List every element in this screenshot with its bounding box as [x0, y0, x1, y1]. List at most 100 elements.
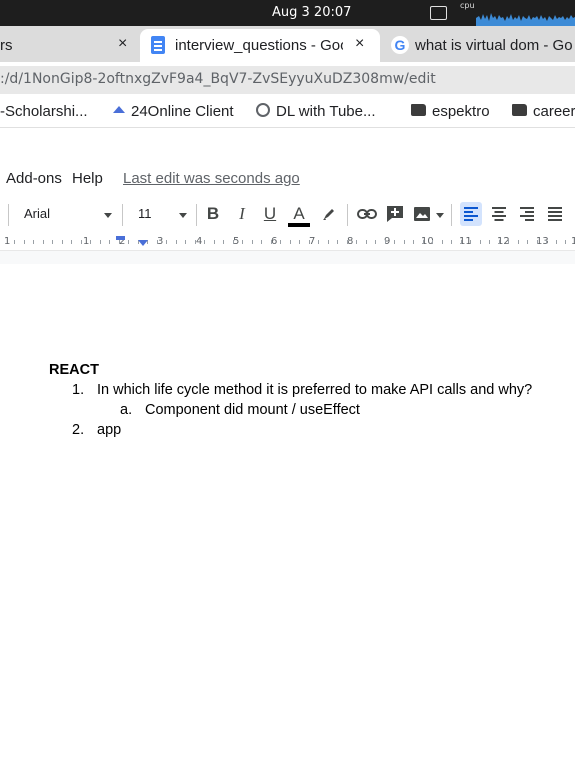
bookmark-career[interactable]: career [512, 103, 575, 120]
bookmark-24online-client[interactable]: 24Online Client [113, 103, 234, 120]
tab-title: interview_questions - Goo [175, 37, 343, 54]
chevron-down-icon[interactable] [104, 213, 112, 218]
align-left-button[interactable] [460, 202, 482, 226]
chevron-down-icon[interactable] [436, 213, 444, 218]
font-family-select[interactable]: Arial [24, 206, 50, 221]
insert-link-icon[interactable] [356, 202, 378, 226]
ruler-tick [413, 240, 414, 244]
document-ruler[interactable]: 1 1 2 3 4 5 6 7 8 9 10 11 12 13 1 [0, 232, 575, 250]
ruler-tick [499, 240, 500, 244]
menu-add-ons[interactable]: Add-ons [6, 170, 62, 187]
tab-close-icon[interactable]: × [355, 35, 364, 53]
first-line-indent-marker[interactable] [116, 236, 125, 240]
ruler-tick [556, 240, 557, 244]
ruler-tick [166, 240, 167, 244]
ruler-tick [537, 240, 538, 244]
toolbar-divider [122, 204, 123, 226]
ruler-tick [33, 240, 34, 244]
doc-heading: REACT [49, 362, 99, 378]
google-docs-icon [151, 36, 165, 54]
system-monitor-icon[interactable] [430, 6, 447, 20]
ruler-tick [527, 240, 528, 244]
ruler-tick [176, 240, 177, 244]
tab-title: what is virtual dom - Go [415, 37, 573, 54]
tab-title: rs [0, 37, 13, 54]
cpu-label: cpu [460, 1, 475, 10]
tab-interview-questions[interactable]: interview_questions - Goo × [140, 29, 380, 62]
bookmark-label: -Scholarshi... [0, 103, 88, 120]
bookmark-label: DL with Tube... [276, 103, 376, 120]
globe-icon [256, 103, 270, 118]
insert-image-icon[interactable] [411, 202, 433, 226]
ruler-tick [337, 240, 338, 244]
url-input[interactable]: :/d/1NonGip8-2oftnxgZvF9a4_BqV7-ZvSEyyuX… [0, 66, 575, 94]
chevron-down-icon[interactable] [179, 213, 187, 218]
ruler-number: 4 [196, 236, 203, 247]
ruler-tick [461, 240, 462, 244]
ruler-tick [195, 240, 196, 244]
list-marker: 1. [72, 382, 85, 398]
ruler-tick [518, 240, 519, 244]
ruler-tick [214, 240, 215, 244]
ruler-tick [271, 240, 272, 244]
tab-previous[interactable]: rs × [0, 29, 138, 62]
tab-close-icon[interactable]: × [118, 35, 127, 53]
ruler-tick [62, 240, 63, 244]
ruler-tick [470, 240, 471, 244]
list-item: 2. app [72, 422, 121, 438]
align-center-button[interactable] [488, 202, 510, 226]
system-top-bar: Aug 3 20:07 cpu [0, 0, 575, 26]
bookmark-espektro[interactable]: espektro [411, 103, 490, 120]
address-bar: :/d/1NonGip8-2oftnxgZvF9a4_BqV7-ZvSEyyuX… [0, 62, 575, 96]
list-marker: a. [120, 402, 133, 418]
list-item-text: In which life cycle method it is preferr… [97, 382, 533, 398]
align-right-button[interactable] [516, 202, 538, 226]
ruler-tick [366, 240, 367, 244]
add-comment-icon[interactable] [384, 202, 406, 226]
underline-button[interactable]: U [259, 202, 281, 226]
bookmark-scholarship[interactable]: -Scholarshi... [0, 103, 88, 120]
ruler-tick [347, 240, 348, 244]
ruler-tick [24, 240, 25, 244]
ruler-tick [394, 240, 395, 244]
ruler-tick [100, 240, 101, 244]
ruler-tick [546, 240, 547, 244]
italic-button[interactable]: I [231, 202, 253, 226]
docs-menu-bar: Add-ons Help Last edit was seconds ago [0, 128, 575, 190]
ruler-tick [309, 240, 310, 244]
folder-icon [411, 104, 426, 117]
bold-button[interactable]: B [202, 202, 224, 226]
system-clock[interactable]: Aug 3 20:07 [272, 5, 351, 20]
ruler-tick [404, 240, 405, 244]
toolbar-divider [8, 204, 9, 226]
tab-virtual-dom-search[interactable]: G what is virtual dom - Go [385, 29, 575, 62]
toolbar-divider [451, 204, 452, 226]
page-top-margin [0, 250, 575, 264]
ruler-tick [223, 240, 224, 244]
align-justify-button[interactable] [544, 202, 566, 226]
triangle-icon [113, 105, 125, 113]
list-item: a. Component did mount / useEffect [120, 402, 360, 418]
ruler-tick [157, 240, 158, 244]
ruler-tick [489, 240, 490, 244]
ruler-tick [299, 240, 300, 244]
ruler-tick [252, 240, 253, 244]
ruler-tick [14, 240, 15, 244]
bookmark-dl-with-tube[interactable]: DL with Tube... [256, 103, 376, 120]
ruler-tick [375, 240, 376, 244]
document-page[interactable]: REACT 1. In which life cycle method it i… [0, 264, 575, 767]
menu-help[interactable]: Help [72, 170, 103, 187]
google-icon: G [391, 36, 409, 54]
ruler-tick [242, 240, 243, 244]
left-indent-marker[interactable] [138, 240, 148, 246]
ruler-tick [119, 240, 120, 244]
ruler-tick [385, 240, 386, 244]
browser-tab-strip: rs × interview_questions - Goo × G what … [0, 26, 575, 62]
last-edit-link[interactable]: Last edit was seconds ago [123, 170, 300, 187]
ruler-number: 1 [4, 236, 11, 247]
bookmark-label: career [533, 103, 575, 120]
highlight-pen-icon[interactable] [318, 202, 340, 226]
font-size-select[interactable]: 11 [138, 206, 152, 221]
toolbar-divider [347, 204, 348, 226]
ruler-tick [508, 240, 509, 244]
